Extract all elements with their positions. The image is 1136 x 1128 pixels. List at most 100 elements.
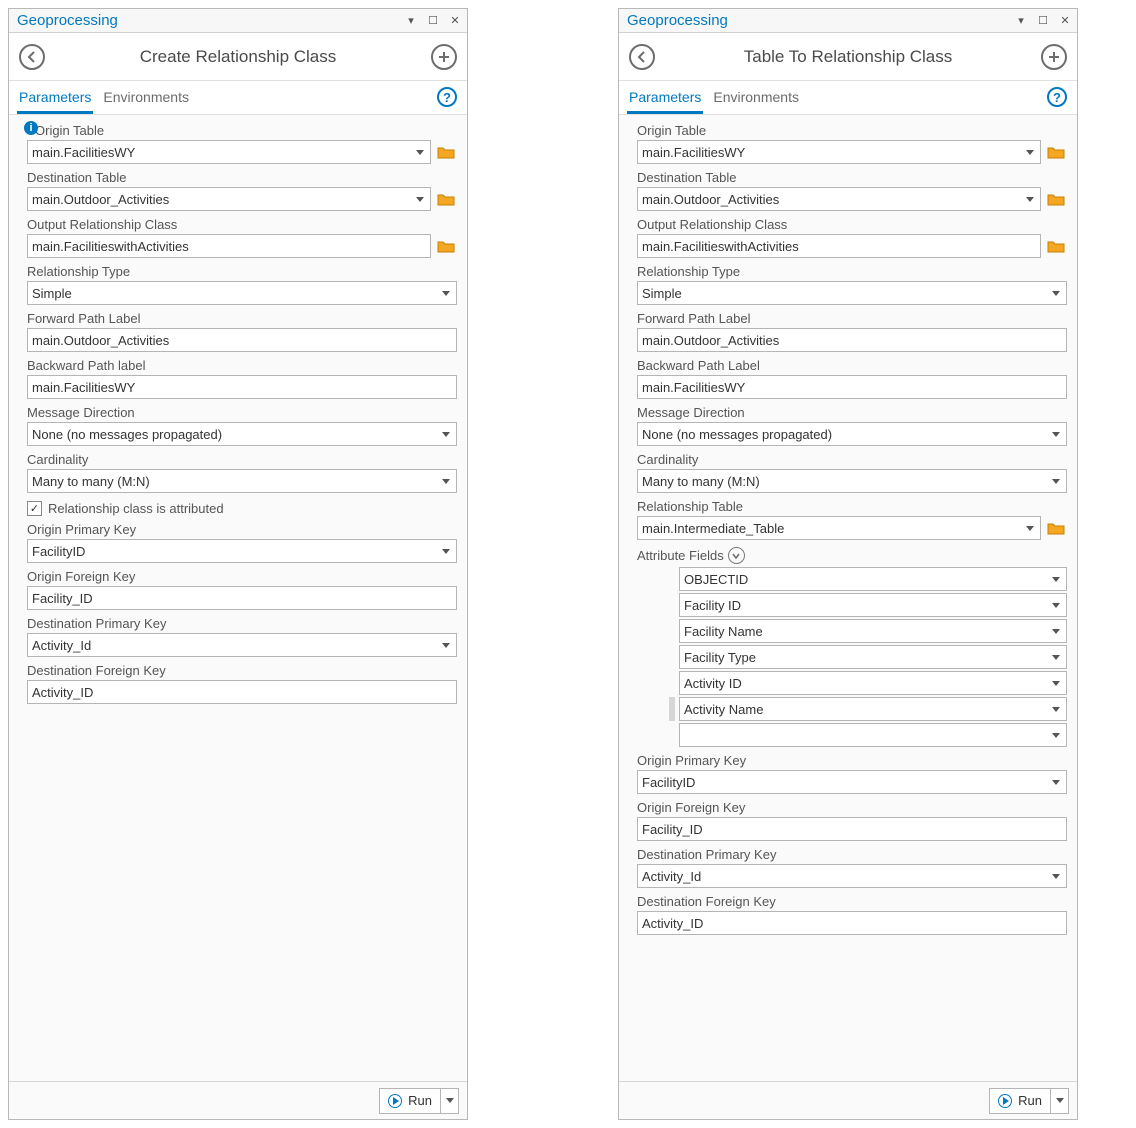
drag-handle-icon[interactable] (669, 697, 675, 721)
attributed-label: Relationship class is attributed (48, 501, 224, 516)
attributed-checkbox[interactable]: ✓ (27, 501, 42, 516)
tabs: Parameters Environments ? (619, 81, 1077, 115)
run-button[interactable]: Run (379, 1088, 441, 1114)
footer: Run (619, 1081, 1077, 1119)
folder-icon[interactable] (1045, 141, 1067, 163)
message-dir-select[interactable]: None (no messages propagated) (637, 422, 1067, 446)
tab-environments[interactable]: Environments (101, 83, 191, 114)
label-dest-pk: Destination Primary Key (629, 845, 1067, 864)
label-rel-type: Relationship Type (629, 262, 1067, 281)
label-attr-fields: Attribute Fields (637, 548, 724, 563)
label-destination-table: Destination Table (19, 168, 457, 187)
origin-table-select[interactable]: main.FacilitiesWY (637, 140, 1041, 164)
attr-field-select[interactable]: OBJECTID (679, 567, 1067, 591)
rel-type-select[interactable]: Simple (27, 281, 457, 305)
label-dest-fk: Destination Foreign Key (19, 661, 457, 680)
output-rel-class-input[interactable]: main.FacilitieswithActivities (637, 234, 1041, 258)
label-output-rel-class: Output Relationship Class (19, 215, 457, 234)
dest-fk-input[interactable]: Activity_ID (637, 911, 1067, 935)
label-dest-fk: Destination Foreign Key (629, 892, 1067, 911)
close-icon[interactable]: ✕ (1057, 13, 1073, 29)
dest-fk-input[interactable]: Activity_ID (27, 680, 457, 704)
run-dropdown[interactable] (1051, 1088, 1069, 1114)
origin-pk-select[interactable]: FacilityID (27, 539, 457, 563)
label-origin-fk: Origin Foreign Key (19, 567, 457, 586)
add-button[interactable] (1041, 44, 1067, 70)
run-label: Run (408, 1093, 432, 1108)
destination-table-select[interactable]: main.Outdoor_Activities (27, 187, 431, 211)
parameters-form: i Origin Table main.FacilitiesWY Destina… (9, 115, 467, 1081)
label-origin-table: Origin Table (629, 121, 1067, 140)
run-dropdown[interactable] (441, 1088, 459, 1114)
origin-pk-select[interactable]: FacilityID (637, 770, 1067, 794)
run-button[interactable]: Run (989, 1088, 1051, 1114)
label-forward-path: Forward Path Label (629, 309, 1067, 328)
tool-header: Create Relationship Class (9, 33, 467, 81)
autohide-icon[interactable]: ▾ (403, 13, 419, 29)
backward-path-input[interactable]: main.FacilitiesWY (637, 375, 1067, 399)
label-backward-path: Backward Path Label (629, 356, 1067, 375)
attr-field-select[interactable]: Facility Name (679, 619, 1067, 643)
chevron-down-icon[interactable] (728, 547, 745, 564)
geoprocessing-pane-left: Geoprocessing ▾ ☐ ✕ Create Relationship … (8, 8, 468, 1120)
label-message-dir: Message Direction (19, 403, 457, 422)
label-backward-path: Backward Path label (19, 356, 457, 375)
backward-path-input[interactable]: main.FacilitiesWY (27, 375, 457, 399)
pane-title: Geoprocessing (627, 12, 728, 29)
cardinality-select[interactable]: Many to many (M:N) (637, 469, 1067, 493)
attr-field-select[interactable]: Activity Name (679, 697, 1067, 721)
forward-path-input[interactable]: main.Outdoor_Activities (27, 328, 457, 352)
label-rel-table: Relationship Table (629, 497, 1067, 516)
label-origin-fk: Origin Foreign Key (629, 798, 1067, 817)
autohide-icon[interactable]: ▾ (1013, 13, 1029, 29)
label-origin-pk: Origin Primary Key (19, 520, 457, 539)
destination-table-select[interactable]: main.Outdoor_Activities (637, 187, 1041, 211)
maximize-icon[interactable]: ☐ (425, 13, 441, 29)
forward-path-input[interactable]: main.Outdoor_Activities (637, 328, 1067, 352)
folder-icon[interactable] (1045, 188, 1067, 210)
dest-pk-select[interactable]: Activity_Id (637, 864, 1067, 888)
attr-field-select[interactable]: Facility ID (679, 593, 1067, 617)
rel-table-select[interactable]: main.Intermediate_Table (637, 516, 1041, 540)
back-button[interactable] (19, 44, 45, 70)
rel-type-select[interactable]: Simple (637, 281, 1067, 305)
tool-title: Create Relationship Class (45, 47, 431, 67)
tabs: Parameters Environments ? (9, 81, 467, 115)
tool-header: Table To Relationship Class (619, 33, 1077, 81)
label-cardinality: Cardinality (19, 450, 457, 469)
folder-icon[interactable] (1045, 235, 1067, 257)
output-rel-class-input[interactable]: main.FacilitieswithActivities (27, 234, 431, 258)
info-icon[interactable]: i (24, 121, 38, 135)
label-cardinality: Cardinality (629, 450, 1067, 469)
geoprocessing-pane-right: Geoprocessing ▾ ☐ ✕ Table To Relationshi… (618, 8, 1078, 1120)
dest-pk-select[interactable]: Activity_Id (27, 633, 457, 657)
message-dir-select[interactable]: None (no messages propagated) (27, 422, 457, 446)
pane-title: Geoprocessing (17, 12, 118, 29)
close-icon[interactable]: ✕ (447, 13, 463, 29)
add-button[interactable] (431, 44, 457, 70)
folder-icon[interactable] (435, 141, 457, 163)
titlebar: Geoprocessing ▾ ☐ ✕ (619, 9, 1077, 33)
tab-parameters[interactable]: Parameters (627, 83, 703, 114)
tab-environments[interactable]: Environments (711, 83, 801, 114)
cardinality-select[interactable]: Many to many (M:N) (27, 469, 457, 493)
folder-icon[interactable] (1045, 517, 1067, 539)
attr-field-select[interactable]: Activity ID (679, 671, 1067, 695)
label-forward-path: Forward Path Label (19, 309, 457, 328)
attr-field-select[interactable]: Facility Type (679, 645, 1067, 669)
tab-parameters[interactable]: Parameters (17, 83, 93, 114)
maximize-icon[interactable]: ☐ (1035, 13, 1051, 29)
label-output-rel-class: Output Relationship Class (629, 215, 1067, 234)
label-rel-type: Relationship Type (19, 262, 457, 281)
attr-field-select[interactable] (679, 723, 1067, 747)
origin-table-select[interactable]: main.FacilitiesWY (27, 140, 431, 164)
tool-title: Table To Relationship Class (655, 47, 1041, 67)
help-icon[interactable]: ? (437, 87, 457, 107)
back-button[interactable] (629, 44, 655, 70)
label-dest-pk: Destination Primary Key (19, 614, 457, 633)
folder-icon[interactable] (435, 235, 457, 257)
origin-fk-input[interactable]: Facility_ID (637, 817, 1067, 841)
folder-icon[interactable] (435, 188, 457, 210)
help-icon[interactable]: ? (1047, 87, 1067, 107)
origin-fk-input[interactable]: Facility_ID (27, 586, 457, 610)
